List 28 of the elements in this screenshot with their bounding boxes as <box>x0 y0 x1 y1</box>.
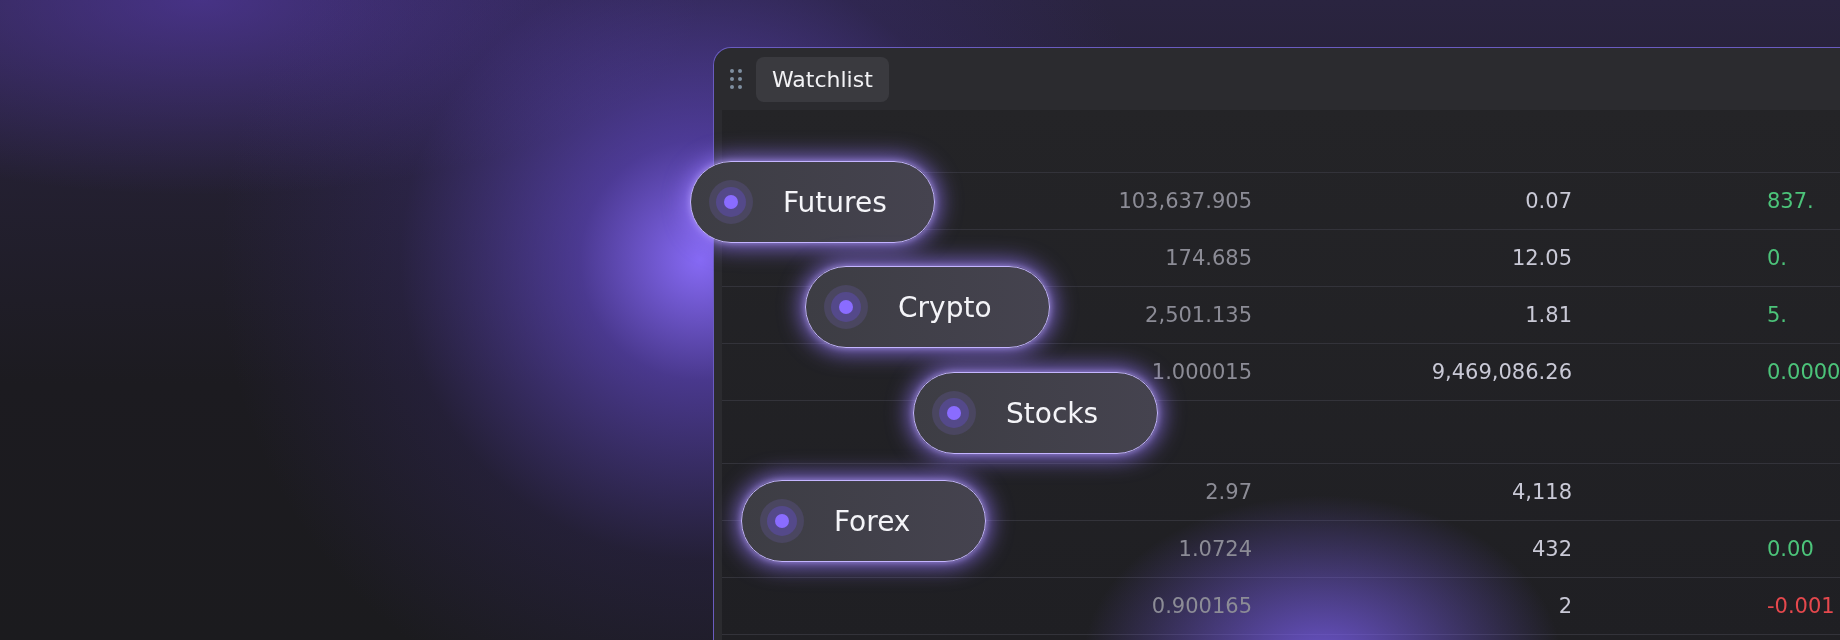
price-text: 2,501.135 <box>1145 303 1252 327</box>
category-button[interactable]: Futures <box>690 161 935 243</box>
volume-text: 2 <box>1558 594 1572 618</box>
drag-handle-icon[interactable] <box>730 69 742 89</box>
change-text: 0.00 <box>1766 537 1815 561</box>
price-text: 0.900165 <box>1151 594 1252 618</box>
change-text: 5. <box>1766 303 1789 327</box>
change-text: -0.001 <box>1766 594 1836 618</box>
price-text: 103,637.905 <box>1118 189 1252 213</box>
price-text: 2.97 <box>1205 480 1252 504</box>
radio-dot-icon <box>824 285 868 329</box>
radio-dot-icon <box>932 391 976 435</box>
volume-text: 4,118 <box>1511 480 1572 504</box>
volume-text: 12.05 <box>1511 246 1572 270</box>
price-text: 174.685 <box>1165 246 1252 270</box>
watchlist-tab[interactable]: Watchlist <box>756 56 889 102</box>
category-button[interactable]: Forex <box>741 480 986 562</box>
volume-text: 0.07 <box>1525 189 1572 213</box>
radio-dot-icon <box>709 180 753 224</box>
category-button[interactable]: Crypto <box>805 266 1050 348</box>
change-text: 0. <box>1766 246 1789 270</box>
price-text: 1.0724 <box>1178 537 1252 561</box>
change-text: 837. <box>1766 189 1815 213</box>
change-text: 0.0000 <box>1766 360 1840 384</box>
radio-dot-icon <box>760 499 804 543</box>
volume-text: 432 <box>1531 537 1572 561</box>
volume-text: 1.81 <box>1525 303 1572 327</box>
volume-text: 9,469,086.26 <box>1431 360 1572 384</box>
